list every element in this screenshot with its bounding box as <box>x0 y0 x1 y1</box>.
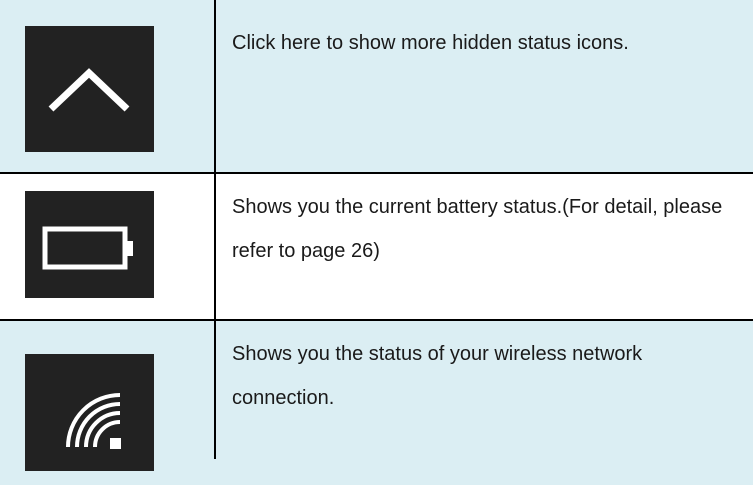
column-divider <box>214 321 216 459</box>
wireless-description: Shows you the status of your wireless ne… <box>232 343 643 409</box>
battery-description: Shows you the current battery status.(Fo… <box>232 196 723 262</box>
hidden-icons-description: Click here to show more hidden status ic… <box>232 32 629 54</box>
battery-icon <box>25 191 154 298</box>
row-divider <box>0 172 753 174</box>
column-divider <box>214 0 216 174</box>
chevron-up-icon <box>25 26 154 152</box>
wifi-icon <box>25 354 154 471</box>
row-divider <box>0 319 753 321</box>
column-divider <box>214 174 216 321</box>
